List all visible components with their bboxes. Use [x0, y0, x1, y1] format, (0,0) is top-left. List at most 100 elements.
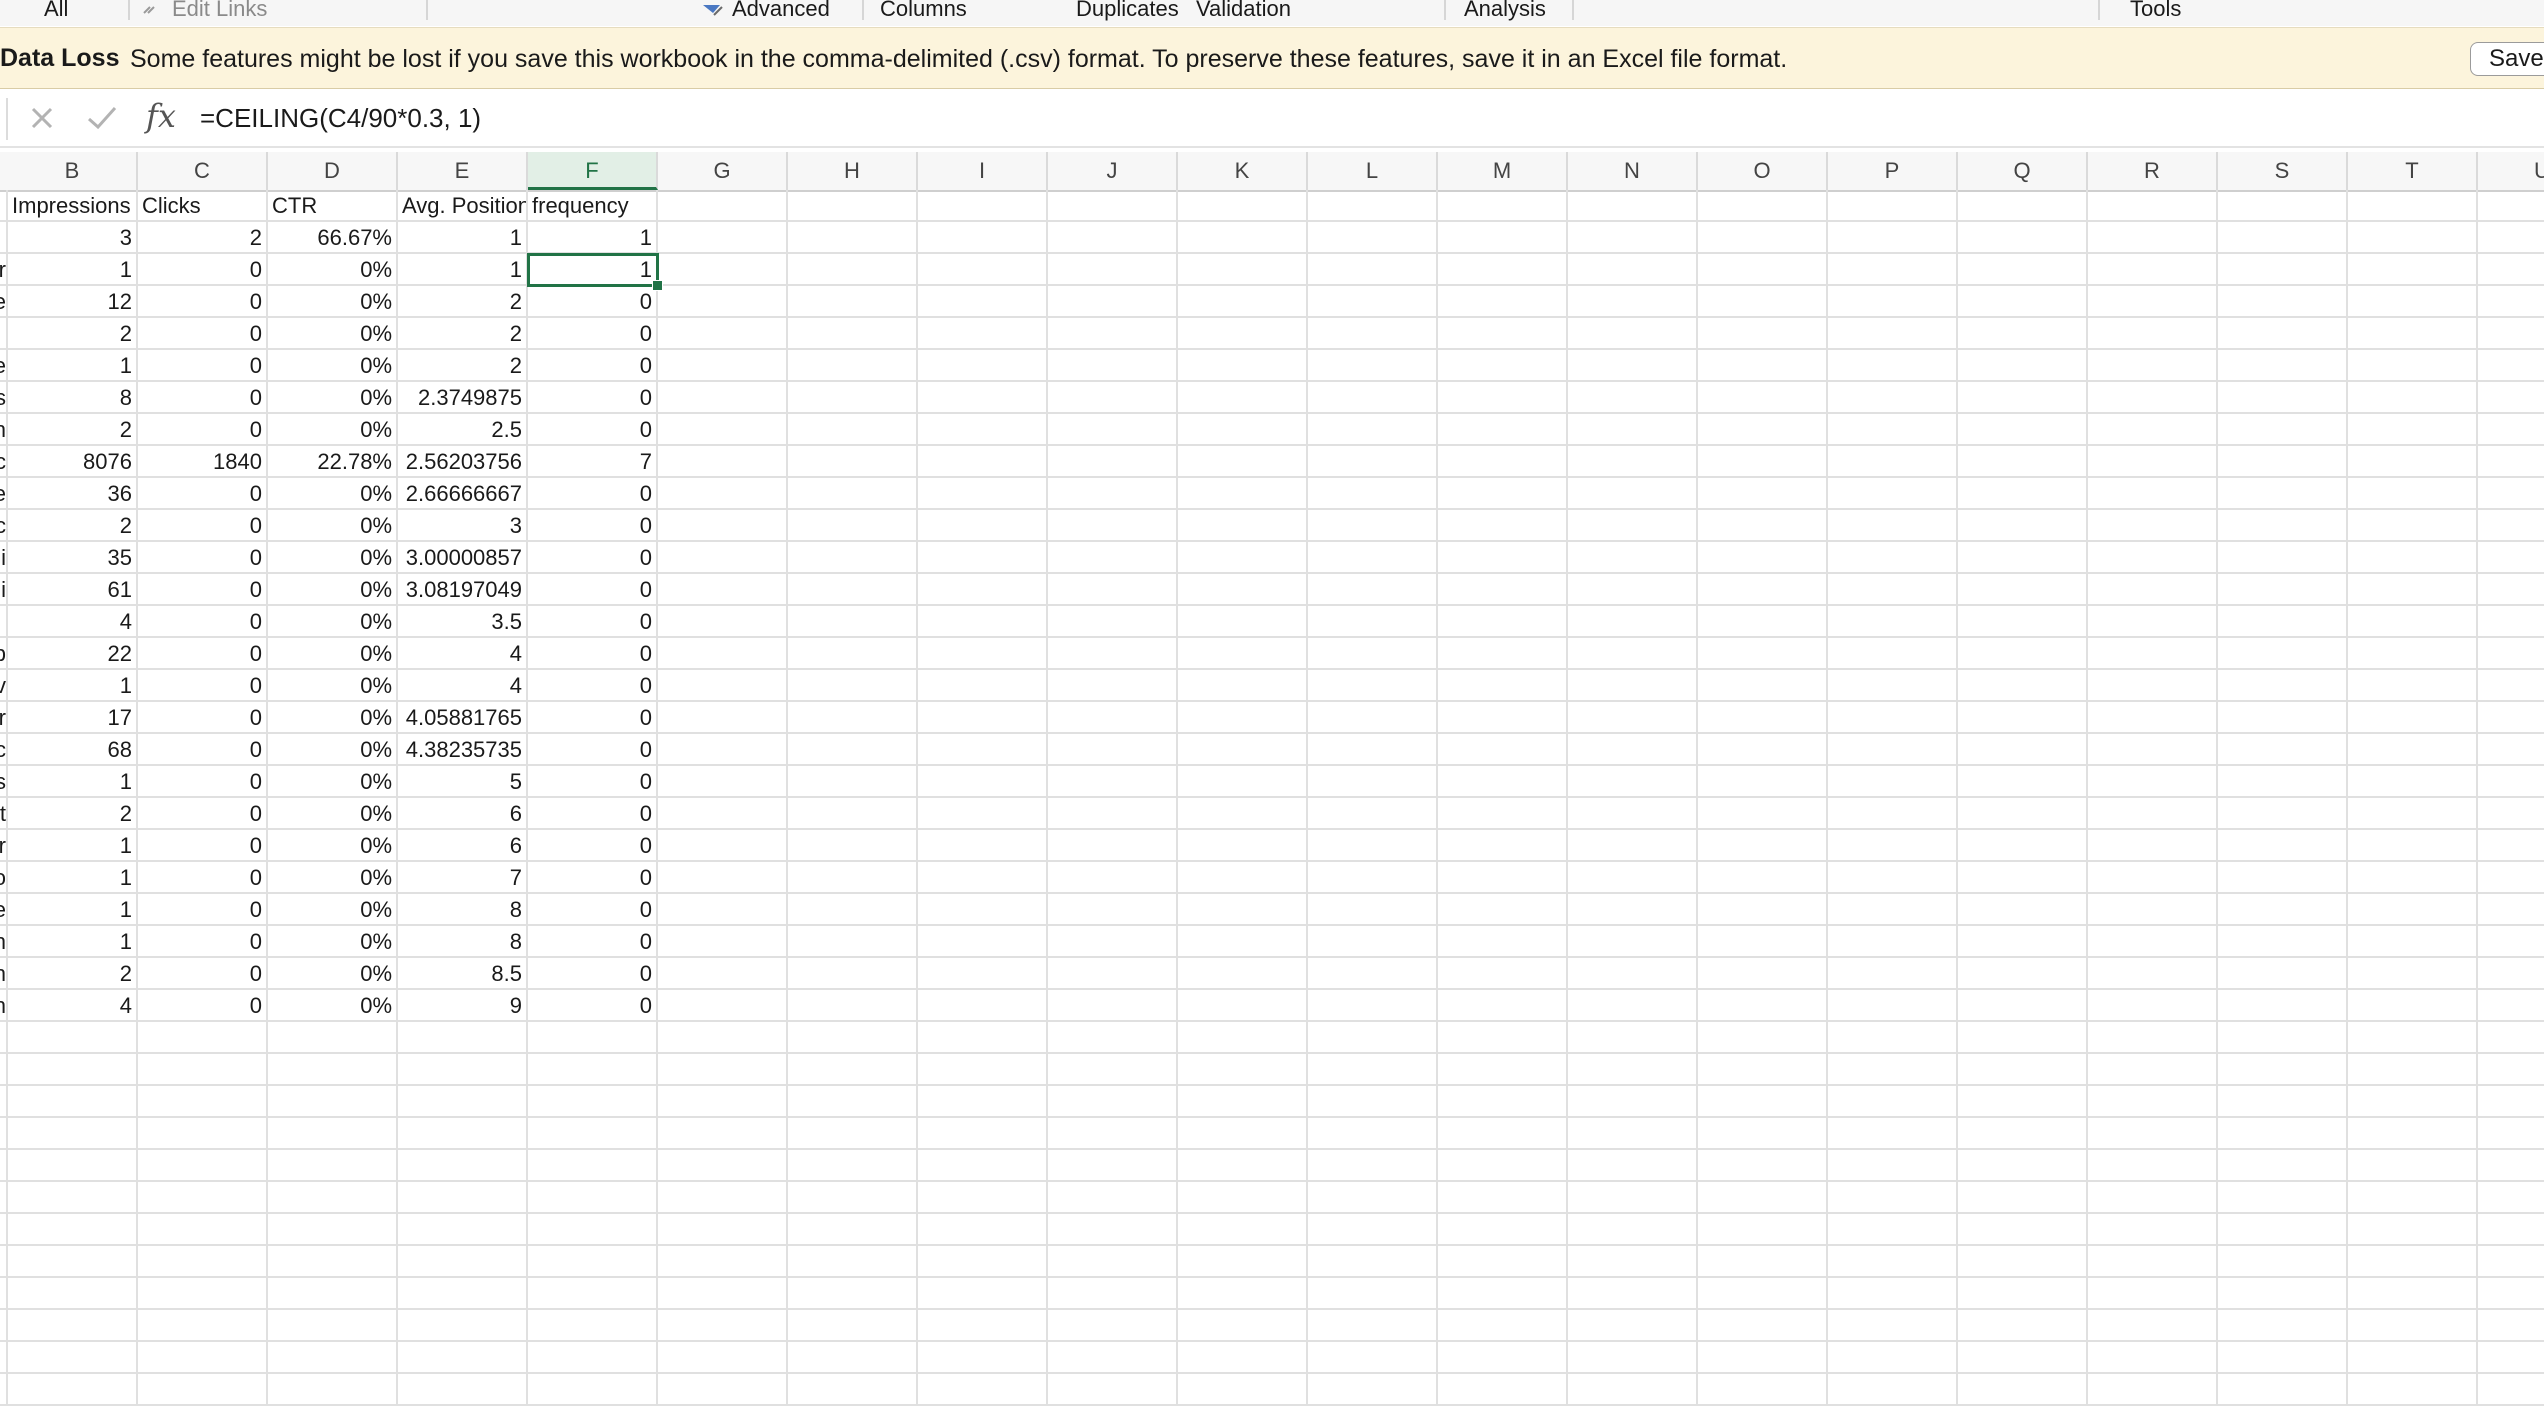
cell-c33[interactable]: [138, 1214, 268, 1246]
cell-j32[interactable]: [1048, 1182, 1178, 1214]
cell-h30[interactable]: [788, 1118, 918, 1150]
cell-a-fragment[interactable]: i: [0, 574, 8, 606]
cell-j30[interactable]: [1048, 1118, 1178, 1150]
cell-r28[interactable]: [2088, 1054, 2218, 1086]
cell-c15[interactable]: 0: [138, 638, 268, 670]
cell-q38[interactable]: [1958, 1374, 2088, 1406]
cell-e14[interactable]: 3.5: [398, 606, 528, 638]
cell-l35[interactable]: [1308, 1278, 1438, 1310]
cell-f9[interactable]: 7: [528, 446, 658, 478]
cell-d37[interactable]: [268, 1342, 398, 1374]
cell-o19[interactable]: [1698, 766, 1828, 798]
cell-p9[interactable]: [1828, 446, 1958, 478]
cell-q18[interactable]: [1958, 734, 2088, 766]
cell-s34[interactable]: [2218, 1246, 2348, 1278]
cell-c14[interactable]: 0: [138, 606, 268, 638]
cell-k13[interactable]: [1178, 574, 1308, 606]
cell-m16[interactable]: [1438, 670, 1568, 702]
cell-a-fragment[interactable]: r: [0, 702, 8, 734]
cell-q27[interactable]: [1958, 1022, 2088, 1054]
cell-t30[interactable]: [2348, 1118, 2478, 1150]
cell-g26[interactable]: [658, 990, 788, 1022]
cell-d34[interactable]: [268, 1246, 398, 1278]
column-header-o[interactable]: O: [1698, 152, 1828, 190]
cell-q28[interactable]: [1958, 1054, 2088, 1086]
cell-h4[interactable]: [788, 286, 918, 318]
cell-p23[interactable]: [1828, 894, 1958, 926]
column-header-p[interactable]: P: [1828, 152, 1958, 190]
cell-p32[interactable]: [1828, 1182, 1958, 1214]
cell-t2[interactable]: [2348, 222, 2478, 254]
cell-u14[interactable]: [2478, 606, 2544, 638]
cell-i22[interactable]: [918, 862, 1048, 894]
cell-q21[interactable]: [1958, 830, 2088, 862]
cell-q19[interactable]: [1958, 766, 2088, 798]
cell-c7[interactable]: 0: [138, 382, 268, 414]
cell-m10[interactable]: [1438, 478, 1568, 510]
cell-k33[interactable]: [1178, 1214, 1308, 1246]
cell-d26[interactable]: 0%: [268, 990, 398, 1022]
cell-u16[interactable]: [2478, 670, 2544, 702]
cell-i33[interactable]: [918, 1214, 1048, 1246]
cell-c9[interactable]: 1840: [138, 446, 268, 478]
cell-a-fragment[interactable]: n: [0, 990, 8, 1022]
cell-k16[interactable]: [1178, 670, 1308, 702]
cell-p22[interactable]: [1828, 862, 1958, 894]
cell-l7[interactable]: [1308, 382, 1438, 414]
cell-l15[interactable]: [1308, 638, 1438, 670]
cell-s9[interactable]: [2218, 446, 2348, 478]
cell-b13[interactable]: 61: [8, 574, 138, 606]
cell-i31[interactable]: [918, 1150, 1048, 1182]
cell-f12[interactable]: 0: [528, 542, 658, 574]
cell-g21[interactable]: [658, 830, 788, 862]
cell-a-fragment[interactable]: c: [0, 510, 8, 542]
cell-p15[interactable]: [1828, 638, 1958, 670]
cell-i26[interactable]: [918, 990, 1048, 1022]
cell-i37[interactable]: [918, 1342, 1048, 1374]
cell-j6[interactable]: [1048, 350, 1178, 382]
cell-t37[interactable]: [2348, 1342, 2478, 1374]
cell-l38[interactable]: [1308, 1374, 1438, 1406]
cell-g8[interactable]: [658, 414, 788, 446]
ribbon-validation[interactable]: Validation: [1196, 0, 1291, 22]
cell-k1[interactable]: [1178, 190, 1308, 222]
cell-n23[interactable]: [1568, 894, 1698, 926]
cell-c23[interactable]: 0: [138, 894, 268, 926]
cell-s33[interactable]: [2218, 1214, 2348, 1246]
cell-e33[interactable]: [398, 1214, 528, 1246]
cell-d6[interactable]: 0%: [268, 350, 398, 382]
cell-s21[interactable]: [2218, 830, 2348, 862]
cell-o10[interactable]: [1698, 478, 1828, 510]
cell-s28[interactable]: [2218, 1054, 2348, 1086]
cell-u6[interactable]: [2478, 350, 2544, 382]
cell-j1[interactable]: [1048, 190, 1178, 222]
cell-j15[interactable]: [1048, 638, 1178, 670]
cell-t29[interactable]: [2348, 1086, 2478, 1118]
cell-b33[interactable]: [8, 1214, 138, 1246]
cell-i25[interactable]: [918, 958, 1048, 990]
cell-c2[interactable]: 2: [138, 222, 268, 254]
cell-g20[interactable]: [658, 798, 788, 830]
cell-a-fragment[interactable]: [0, 606, 8, 638]
cell-f11[interactable]: 0: [528, 510, 658, 542]
cell-d35[interactable]: [268, 1278, 398, 1310]
cell-k24[interactable]: [1178, 926, 1308, 958]
cell-n38[interactable]: [1568, 1374, 1698, 1406]
cell-h26[interactable]: [788, 990, 918, 1022]
cell-p27[interactable]: [1828, 1022, 1958, 1054]
cell-t20[interactable]: [2348, 798, 2478, 830]
cell-h8[interactable]: [788, 414, 918, 446]
cell-p8[interactable]: [1828, 414, 1958, 446]
cell-t17[interactable]: [2348, 702, 2478, 734]
cell-q30[interactable]: [1958, 1118, 2088, 1150]
cell-s31[interactable]: [2218, 1150, 2348, 1182]
save-button[interactable]: Save: [2470, 42, 2544, 76]
cell-b3[interactable]: 1: [8, 254, 138, 286]
cell-n20[interactable]: [1568, 798, 1698, 830]
cell-g36[interactable]: [658, 1310, 788, 1342]
cell-g9[interactable]: [658, 446, 788, 478]
cell-h15[interactable]: [788, 638, 918, 670]
cell-t36[interactable]: [2348, 1310, 2478, 1342]
ribbon-columns[interactable]: Columns: [880, 0, 967, 22]
cell-m30[interactable]: [1438, 1118, 1568, 1150]
